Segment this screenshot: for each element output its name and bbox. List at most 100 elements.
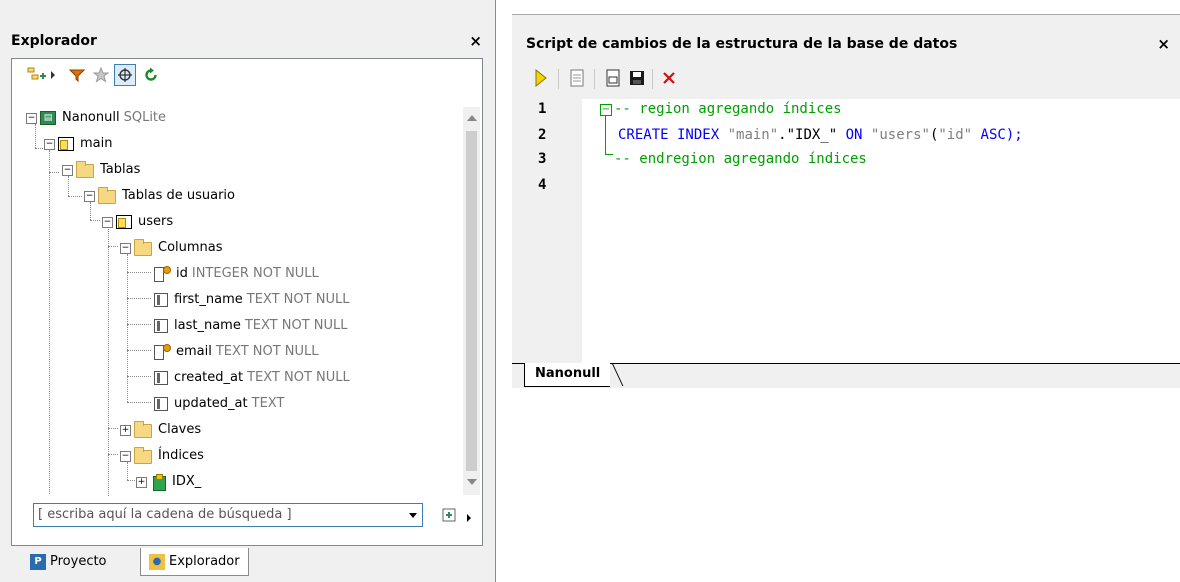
sql-keyword: ASC bbox=[980, 127, 1006, 143]
tree-node-label: Tablas de usuario bbox=[122, 188, 236, 203]
tree-node-columns-folder[interactable]: − Columnas bbox=[120, 235, 223, 261]
tree-node-keys-folder[interactable]: + Claves bbox=[120, 417, 201, 443]
sql-file-icon[interactable] bbox=[602, 67, 624, 89]
delete-x-icon[interactable] bbox=[658, 67, 680, 89]
tree-connector bbox=[108, 246, 118, 247]
chevron-down-icon[interactable] bbox=[404, 504, 422, 526]
line-number-gutter: 1 2 3 4 bbox=[522, 99, 582, 363]
close-icon[interactable]: × bbox=[1157, 31, 1170, 57]
tree-node-database[interactable]: − ▤ Nanonull SQLite bbox=[26, 105, 166, 131]
refresh-icon[interactable] bbox=[140, 64, 162, 86]
toolbar-separator bbox=[558, 69, 559, 89]
tab-explorador[interactable]: ● Explorador bbox=[140, 548, 249, 576]
sql-identifier: "main" bbox=[727, 127, 779, 143]
tree-node-schema[interactable]: − main bbox=[44, 131, 112, 157]
column-name: updated_at bbox=[174, 396, 248, 411]
tree-connector bbox=[90, 220, 100, 221]
tree-node-user-tables-folder[interactable]: − Tablas de usuario bbox=[84, 183, 235, 209]
collapse-icon[interactable]: − bbox=[102, 216, 113, 228]
tree-node-column[interactable]: id INTEGER NOT NULL bbox=[154, 261, 319, 287]
region-fold-end bbox=[605, 154, 613, 155]
collapse-icon[interactable]: − bbox=[84, 190, 95, 202]
column-type: TEXT bbox=[251, 396, 285, 411]
scroll-up-icon[interactable] bbox=[467, 115, 477, 121]
column-icon bbox=[154, 293, 168, 307]
collapse-icon[interactable]: − bbox=[44, 138, 55, 150]
default-column-icon bbox=[154, 371, 168, 385]
expand-icon[interactable]: + bbox=[120, 424, 131, 436]
tree-connector bbox=[127, 324, 151, 325]
filter-icon[interactable] bbox=[66, 64, 88, 86]
close-icon[interactable]: × bbox=[469, 28, 482, 54]
tree-node-tables-folder[interactable]: − Tablas bbox=[62, 157, 140, 183]
toolbar-separator bbox=[652, 69, 653, 89]
column-type: INTEGER NOT NULL bbox=[191, 266, 319, 281]
tree-node-indexes-folder[interactable]: − Índices bbox=[120, 443, 204, 469]
collapse-icon[interactable]: − bbox=[62, 164, 73, 176]
tree-node-index[interactable]: + IDX_ bbox=[136, 469, 201, 495]
add-object-icon[interactable] bbox=[26, 64, 48, 86]
sql-punct: . bbox=[778, 127, 787, 143]
column-icon bbox=[154, 319, 168, 333]
sql-identifier: "IDX_" bbox=[786, 127, 838, 143]
line-number: 1 bbox=[538, 101, 547, 117]
tree-node-label: IDX_ bbox=[172, 474, 202, 489]
dropdown-arrow-icon[interactable] bbox=[48, 64, 58, 86]
tree-node-column[interactable]: updated_at TEXT bbox=[154, 391, 284, 417]
scroll-down-icon[interactable] bbox=[467, 479, 477, 485]
search-input[interactable]: [ escriba aquí la cadena de búsqueda ] bbox=[33, 503, 423, 527]
collapse-icon[interactable]: − bbox=[120, 242, 131, 254]
folder-icon bbox=[76, 160, 94, 178]
sql-identifier: "id" bbox=[938, 127, 973, 143]
sql-identifier: "users" bbox=[870, 127, 930, 143]
database-icon: ▤ bbox=[40, 111, 56, 125]
code-line-1: -- region agregando índices bbox=[614, 101, 842, 117]
tree-node-column[interactable]: first_name TEXT NOT NULL bbox=[154, 287, 349, 313]
tree-connector bbox=[49, 150, 50, 494]
favorites-star-icon[interactable] bbox=[90, 64, 112, 86]
tree-connector bbox=[127, 350, 151, 351]
line-number: 3 bbox=[538, 151, 547, 167]
script-pane: Script de cambios de la estructura de la… bbox=[512, 14, 1180, 388]
tree-node-column[interactable]: last_name TEXT NOT NULL bbox=[154, 313, 348, 339]
expand-icon[interactable]: + bbox=[136, 476, 147, 488]
column-type: TEXT NOT NULL bbox=[244, 318, 348, 333]
tree-node-table-users[interactable]: − users bbox=[102, 209, 173, 235]
tree-connector bbox=[108, 428, 118, 429]
tree-connector bbox=[68, 196, 82, 197]
script-title-bar: Script de cambios de la estructura de la… bbox=[526, 31, 1176, 57]
tree-scrollbar[interactable] bbox=[463, 107, 480, 495]
folder-icon bbox=[134, 238, 152, 256]
execute-play-icon[interactable] bbox=[530, 67, 552, 89]
index-icon bbox=[150, 474, 166, 491]
sql-punct: ); bbox=[1005, 127, 1023, 143]
explorer-title: Explorador bbox=[11, 33, 97, 49]
tab-label: Explorador bbox=[169, 553, 240, 569]
explorer-icon: ● bbox=[149, 553, 165, 570]
tree-node-column[interactable]: email TEXT NOT NULL bbox=[154, 339, 319, 365]
tab-nanonull[interactable]: Nanonull bbox=[524, 363, 611, 387]
region-fold-icon[interactable]: − bbox=[600, 104, 612, 116]
sql-keyword: ON bbox=[845, 127, 863, 143]
locate-target-icon[interactable] bbox=[114, 64, 136, 86]
script-editor[interactable]: 1 2 3 4 − -- region agregando índices CR… bbox=[522, 99, 1180, 363]
sql-keyword: CREATE INDEX bbox=[618, 127, 720, 143]
tab-proyecto[interactable]: P Proyecto bbox=[22, 548, 115, 576]
default-column-icon bbox=[154, 397, 168, 411]
tree-connector bbox=[108, 454, 118, 455]
save-icon[interactable] bbox=[626, 67, 648, 89]
tree-connector bbox=[127, 480, 135, 481]
tree-connector bbox=[108, 226, 109, 496]
add-filter-icon[interactable] bbox=[442, 508, 456, 522]
scroll-thumb[interactable] bbox=[466, 131, 477, 471]
tree-node-column[interactable]: created_at TEXT NOT NULL bbox=[154, 365, 350, 391]
collapse-icon[interactable]: − bbox=[120, 450, 131, 462]
column-type: TEXT NOT NULL bbox=[215, 344, 319, 359]
collapse-icon[interactable]: − bbox=[26, 112, 37, 124]
tree-connector bbox=[127, 376, 151, 377]
column-name: created_at bbox=[174, 370, 244, 385]
open-sql-editor-icon[interactable] bbox=[566, 67, 588, 89]
explorer-pane: Explorador × − ▤ Nanonull SQLite − main … bbox=[0, 0, 496, 582]
primary-key-column-icon bbox=[154, 266, 171, 282]
more-arrow-icon[interactable] bbox=[466, 511, 472, 522]
